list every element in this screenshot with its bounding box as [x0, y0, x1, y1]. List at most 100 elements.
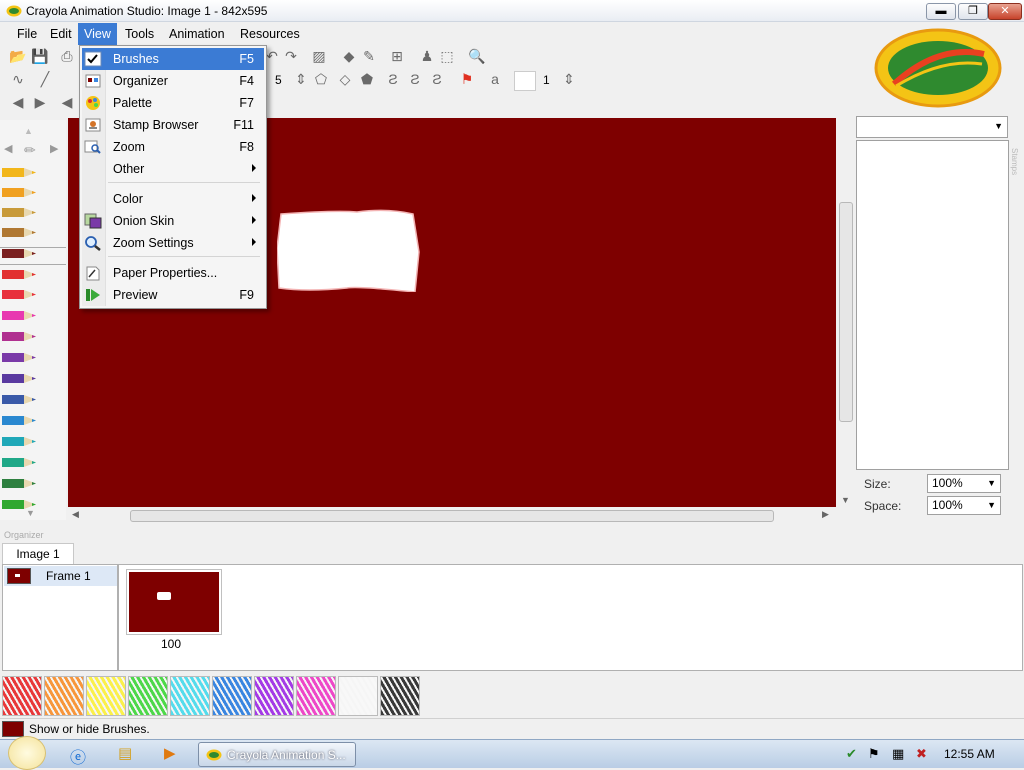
view-menu-item-zoom-settings[interactable]: Zoom Settings: [82, 232, 264, 254]
minimize-button[interactable]: ▬: [926, 3, 956, 20]
internet-explorer-icon[interactable]: ⓔ: [70, 744, 86, 768]
print-icon[interactable]: ⎙: [58, 47, 76, 65]
crayon-color-6[interactable]: [2, 268, 38, 281]
view-menu-item-other[interactable]: Other: [82, 158, 264, 180]
crayon-color-3[interactable]: [2, 206, 38, 219]
scroll-left-icon[interactable]: ◀: [4, 142, 12, 155]
vertical-scroll-thumb[interactable]: [839, 202, 853, 422]
crayon-color-13[interactable]: [2, 414, 38, 427]
network-icon[interactable]: ▦: [892, 746, 904, 762]
line-icon[interactable]: ╱: [36, 70, 54, 88]
vertical-scrollbar[interactable]: ▼: [837, 118, 855, 508]
security-icon[interactable]: ✔: [846, 746, 857, 762]
view-menu-item-brushes[interactable]: Brushes F5: [82, 48, 264, 70]
grid-icon[interactable]: ⊞: [388, 47, 406, 65]
view-menu-item-palette[interactable]: Palette F7: [82, 92, 264, 114]
media-player-icon[interactable]: ▶: [164, 744, 176, 762]
menu-animation[interactable]: Animation: [163, 23, 231, 45]
text-tool-icon[interactable]: a: [486, 70, 504, 88]
scroll-left-arrow-icon[interactable]: ◀: [72, 509, 79, 520]
horizontal-scrollbar[interactable]: ◀ ▶: [68, 508, 838, 524]
scroll-up-icon[interactable]: ▲: [24, 126, 33, 136]
close-button[interactable]: ✕: [988, 3, 1022, 20]
view-menu-item-onion-skin[interactable]: Onion Skin: [82, 210, 264, 232]
menu-view[interactable]: View: [78, 23, 117, 45]
color-swatch-4[interactable]: [128, 676, 168, 716]
crayon-color-7[interactable]: [2, 288, 38, 301]
view-menu-item-organizer[interactable]: Organizer F4: [82, 70, 264, 92]
curve-icon[interactable]: ∿: [9, 70, 27, 88]
crayon-color-5[interactable]: [2, 247, 38, 260]
menu-resources[interactable]: Resources: [234, 23, 306, 45]
start-button[interactable]: [8, 736, 46, 770]
clock[interactable]: 12:55 AM: [944, 747, 995, 761]
color-swatch-10[interactable]: [380, 676, 420, 716]
maximize-button[interactable]: ❐: [958, 3, 988, 20]
redo-icon[interactable]: ↷: [282, 47, 300, 65]
color-swatch-2[interactable]: [44, 676, 84, 716]
smudge-icon[interactable]: ✎: [360, 47, 378, 65]
color-swatch-5[interactable]: [170, 676, 210, 716]
color-swatch-7[interactable]: [254, 676, 294, 716]
stamp-category-dropdown[interactable]: ▼: [856, 116, 1008, 138]
shape-filled-icon[interactable]: ⬟: [358, 70, 376, 88]
menu-file[interactable]: File: [11, 23, 43, 45]
crayon-color-4[interactable]: [2, 226, 38, 239]
taskbar-item-crayola[interactable]: Crayola Animation S...: [198, 742, 356, 767]
select-icon[interactable]: ⬚: [438, 47, 456, 65]
view-menu-item-stamp-browser[interactable]: Stamp Browser F11: [82, 114, 264, 136]
crayon-color-1[interactable]: [2, 166, 38, 179]
folder-icon[interactable]: ▤: [118, 744, 132, 762]
count-spinner-icon[interactable]: ⇕: [560, 70, 578, 88]
stamp-color-box[interactable]: [514, 71, 536, 91]
zoom-tool-icon[interactable]: 🔍: [468, 47, 486, 65]
volume-muted-icon[interactable]: ✖: [916, 746, 927, 762]
menu-tools[interactable]: Tools: [119, 23, 160, 45]
crayon-color-9[interactable]: [2, 330, 38, 343]
crayon-tool-icon[interactable]: ✏: [24, 142, 36, 159]
crayon-color-2[interactable]: [2, 186, 38, 199]
view-menu-item-preview[interactable]: Preview F9: [82, 284, 264, 306]
action-center-flag-icon[interactable]: ⚑: [868, 746, 880, 762]
menu-edit[interactable]: Edit: [44, 23, 78, 45]
shape-outline-icon[interactable]: ◇: [336, 70, 354, 88]
scroll-right-icon[interactable]: ▶: [50, 142, 58, 155]
size-select[interactable]: 100% ▼: [927, 474, 1001, 493]
crayon-color-10[interactable]: [2, 351, 38, 364]
save-icon[interactable]: 💾: [31, 47, 49, 65]
squiggle-3-icon[interactable]: Ƨ: [428, 70, 446, 88]
stamp-tool-icon[interactable]: ♟: [418, 47, 436, 65]
space-select[interactable]: 100% ▼: [927, 496, 1001, 515]
open-icon[interactable]: 📂: [9, 47, 27, 65]
fill-icon[interactable]: ▨: [310, 47, 328, 65]
color-swatch-8[interactable]: [296, 676, 336, 716]
view-menu-item-color[interactable]: Color: [82, 188, 264, 210]
color-swatch-3[interactable]: [86, 676, 126, 716]
frame-list-item[interactable]: Frame 1: [4, 566, 117, 586]
flag-icon[interactable]: ⚑: [458, 70, 476, 88]
crayon-color-11[interactable]: [2, 372, 38, 385]
color-swatch-6[interactable]: [212, 676, 252, 716]
horizontal-scroll-thumb[interactable]: [130, 510, 774, 522]
rewind-icon[interactable]: ◀: [58, 93, 76, 111]
crayon-color-8[interactable]: [2, 309, 38, 322]
view-menu-item-paper-properties[interactable]: Paper Properties...: [82, 262, 264, 284]
polygon-icon[interactable]: ⬠: [312, 70, 330, 88]
squiggle-2-icon[interactable]: Ƨ: [406, 70, 424, 88]
scroll-right-arrow-icon[interactable]: ▶: [822, 509, 829, 520]
crayon-color-15[interactable]: [2, 456, 38, 469]
crayon-color-16[interactable]: [2, 477, 38, 490]
crayon-color-12[interactable]: [2, 393, 38, 406]
eraser-icon[interactable]: ◆: [340, 47, 358, 65]
view-menu-item-zoom[interactable]: Zoom F8: [82, 136, 264, 158]
scroll-down-icon[interactable]: ▼: [26, 508, 35, 518]
crayon-color-14[interactable]: [2, 435, 38, 448]
stamp-list[interactable]: [856, 140, 1009, 470]
tab-image-1[interactable]: Image 1: [2, 543, 74, 564]
color-swatch-1[interactable]: [2, 676, 42, 716]
prev-frame-icon[interactable]: ▶: [31, 93, 49, 111]
scroll-down-arrow-icon[interactable]: ▼: [841, 495, 850, 505]
size-spinner-icon[interactable]: ⇕: [292, 70, 310, 88]
frame-thumbnail[interactable]: [126, 569, 222, 635]
color-swatch-9[interactable]: [338, 676, 378, 716]
